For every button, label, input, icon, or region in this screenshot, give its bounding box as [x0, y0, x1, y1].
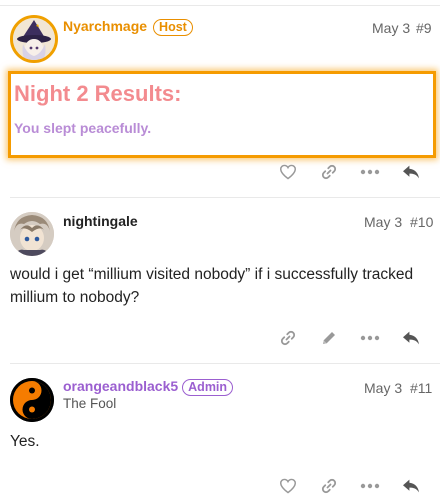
copy-link-button[interactable] [275, 326, 301, 350]
avatar[interactable] [10, 378, 54, 422]
post-divider [10, 363, 440, 364]
reply-button[interactable] [398, 326, 424, 350]
nightingale-avatar-icon [10, 212, 54, 256]
username-text[interactable]: orangeandblack5 [63, 378, 178, 394]
like-button[interactable] [275, 160, 301, 184]
heart-icon [279, 478, 297, 494]
more-button[interactable] [357, 160, 383, 184]
reply-icon [403, 479, 419, 493]
post-actions [0, 474, 440, 498]
post-body: Yes. [10, 433, 40, 450]
post-number[interactable]: #9 [416, 20, 432, 36]
pencil-icon [323, 332, 335, 344]
username[interactable]: nightingale [63, 213, 138, 229]
results-subtitle: You slept peacefully. [14, 120, 152, 136]
avatar[interactable] [10, 212, 54, 256]
avatar[interactable] [10, 15, 58, 63]
more-button[interactable] [357, 474, 383, 498]
post-number[interactable]: #10 [410, 214, 433, 230]
post-actions [0, 160, 440, 184]
post-date[interactable]: May 3 [372, 20, 410, 36]
reply-icon [403, 331, 419, 345]
more-button[interactable] [357, 326, 383, 350]
username-text[interactable]: nightingale [63, 213, 138, 229]
post-number[interactable]: #11 [410, 380, 432, 396]
post-actions [0, 326, 440, 350]
post-divider [10, 197, 440, 198]
user-title: The Fool [63, 396, 117, 411]
post-date[interactable]: May 3 [364, 214, 402, 230]
host-badge: Host [153, 19, 193, 36]
link-icon [280, 330, 296, 346]
post-body: would i get “millium visited nobody” if … [10, 266, 414, 306]
witch-avatar-icon [13, 18, 55, 60]
edit-button[interactable] [316, 326, 342, 350]
post-date[interactable]: May 3 [364, 380, 402, 396]
yin-yang-avatar-icon [10, 378, 54, 422]
more-icon [360, 483, 380, 489]
admin-badge: Admin [182, 379, 234, 396]
more-icon [360, 335, 380, 341]
top-divider [0, 5, 440, 6]
like-button[interactable] [275, 474, 301, 498]
copy-link-button[interactable] [316, 474, 342, 498]
more-icon [360, 169, 380, 175]
reply-button[interactable] [398, 474, 424, 498]
link-icon [321, 478, 337, 494]
reply-icon [403, 165, 419, 179]
reply-button[interactable] [398, 160, 424, 184]
username[interactable]: orangeandblack5 Admin [63, 378, 234, 396]
results-title: Night 2 Results: [14, 81, 182, 106]
copy-link-button[interactable] [316, 160, 342, 184]
link-icon [321, 164, 337, 180]
username[interactable]: Nyarchmage Host [63, 18, 193, 36]
username-text[interactable]: Nyarchmage [63, 18, 147, 34]
heart-icon [279, 164, 297, 180]
night-results-highlight: Night 2 Results: You slept peacefully. [8, 71, 436, 158]
